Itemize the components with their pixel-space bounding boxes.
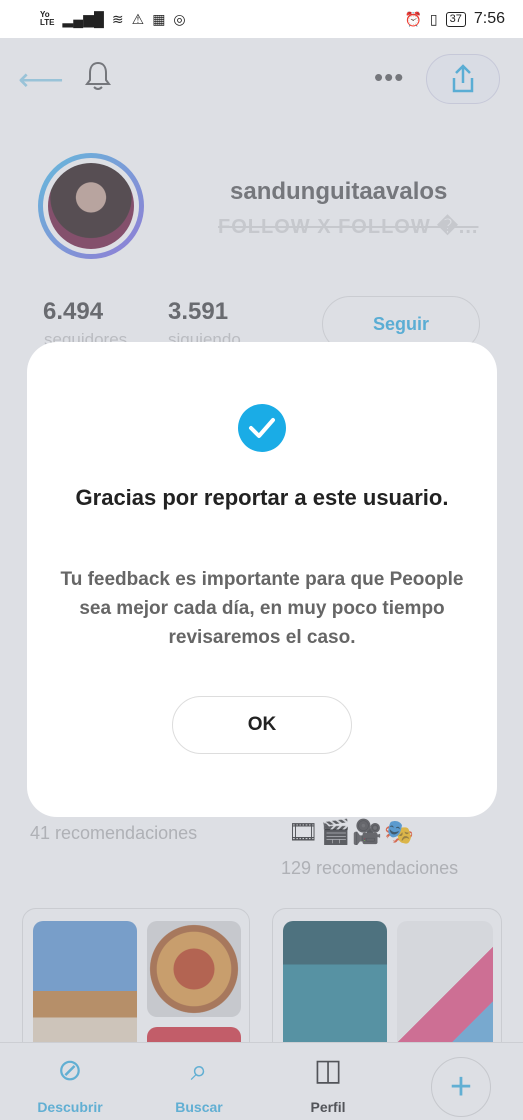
calendar-icon: ▦ — [152, 11, 166, 27]
status-bar: Yo LTE ▂▄▆█ ≋ ⚠ ▦ ◎ ⏰ ▯ 37 7:56 — [0, 0, 523, 38]
checkmark-icon — [249, 418, 275, 438]
ok-button[interactable]: OK — [172, 696, 352, 754]
dialog-message: Tu feedback es importante para que Peoop… — [60, 569, 464, 648]
report-confirmation-dialog: Gracias por reportar a este usuario. Tu … — [27, 342, 497, 817]
network-type: Yo LTE — [40, 11, 55, 27]
vibrate-icon: ▯ — [429, 11, 438, 27]
status-left: Yo LTE ▂▄▆█ ≋ ⚠ ▦ ◎ — [40, 11, 186, 27]
clock: 7:56 — [473, 10, 505, 27]
check-circle-icon — [238, 404, 286, 452]
alarm-icon: ⏰ — [404, 11, 422, 27]
signal-icon: ▂▄▆█ — [62, 11, 104, 27]
instagram-icon: ◎ — [173, 11, 186, 27]
battery-icon: 37 — [445, 11, 466, 27]
warning-icon: ⚠ — [131, 11, 145, 27]
dialog-title: Gracias por reportar a este usuario. — [75, 485, 449, 510]
wifi-icon: ≋ — [111, 11, 124, 27]
network-type-bottom: LTE — [40, 18, 55, 27]
status-right: ⏰ ▯ 37 7:56 — [404, 10, 505, 28]
